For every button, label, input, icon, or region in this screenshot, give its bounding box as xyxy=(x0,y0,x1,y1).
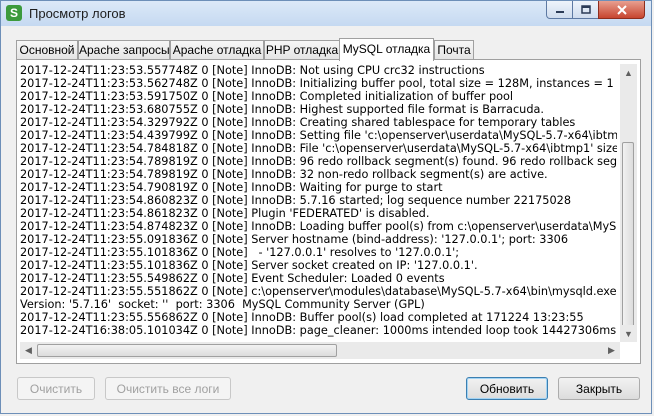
scroll-down-icon[interactable]: ▼ xyxy=(620,325,637,342)
log-line: 2017-12-24T11:23:54.784818Z 0 [Note] Inn… xyxy=(20,142,617,155)
minimize-button[interactable] xyxy=(546,1,573,19)
log-line: 2017-12-24T11:23:54.789819Z 0 [Note] Inn… xyxy=(20,168,548,181)
scroll-left-icon[interactable]: ◀ xyxy=(20,342,37,359)
tab-mail[interactable]: Почта xyxy=(434,40,474,60)
log-line: 2017-12-24T11:23:54.874823Z 0 [Note] Inn… xyxy=(20,220,617,233)
maximize-button[interactable] xyxy=(572,1,599,19)
maximize-icon xyxy=(580,5,591,14)
clear-button[interactable]: Очистить xyxy=(17,377,95,400)
tab-php-debug[interactable]: PHP отладка xyxy=(264,40,340,60)
clear-all-logs-button[interactable]: Очистить все логи xyxy=(105,377,231,400)
title-bar[interactable]: S Просмотр логов xyxy=(1,1,651,26)
log-line: 2017-12-24T11:23:53.562748Z 0 [Note] Inn… xyxy=(20,77,614,90)
log-line: 2017-12-24T11:23:55.101836Z 0 [Note] - '… xyxy=(20,246,460,259)
vertical-scrollbar[interactable]: ▲ ▼ xyxy=(620,64,637,342)
close-icon xyxy=(616,4,627,15)
log-line: 2017-12-24T11:23:54.861823Z 0 [Note] Plu… xyxy=(20,207,430,220)
log-line: 2017-12-24T11:23:55.091836Z 0 [Note] Ser… xyxy=(20,233,569,246)
log-line: 2017-12-24T11:23:54.329792Z 0 [Note] Inn… xyxy=(20,116,576,129)
log-viewer-window: S Просмотр логов Основной Apache запросы… xyxy=(0,0,652,414)
close-button[interactable]: Закрыть xyxy=(558,377,640,400)
minimize-icon xyxy=(555,10,564,13)
log-line: 2017-12-24T11:23:54.789819Z 0 [Note] Inn… xyxy=(20,155,617,168)
tab-mysql-debug[interactable]: MySQL отладка xyxy=(339,38,434,61)
log-line: 2017-12-24T11:23:55.101836Z 0 [Note] Ser… xyxy=(20,259,478,272)
log-line: 2017-12-24T11:23:53.591750Z 0 [Note] Inn… xyxy=(20,90,514,103)
log-line: 2017-12-24T16:38:05.101034Z 0 [Note] Inn… xyxy=(20,324,617,337)
log-text-area[interactable]: 2017-12-24T11:23:53.557748Z 0 [Note] Inn… xyxy=(20,64,617,342)
tab-apache-requests[interactable]: Apache запросы xyxy=(78,40,170,60)
log-line: Version: '5.7.16' socket: '' port: 3306 … xyxy=(20,298,425,311)
log-line: 2017-12-24T11:23:54.860823Z 0 [Note] Inn… xyxy=(20,194,572,207)
log-line: 2017-12-24T11:23:55.556862Z 0 [Note] Inn… xyxy=(20,311,584,324)
vertical-scroll-thumb[interactable] xyxy=(622,142,634,342)
tab-main[interactable]: Основной xyxy=(16,40,78,60)
log-line: 2017-12-24T11:23:54.790819Z 0 [Note] Inn… xyxy=(20,181,443,194)
tab-apache-debug[interactable]: Apache отладка xyxy=(170,40,264,60)
window-title: Просмотр логов xyxy=(29,6,126,21)
log-line: 2017-12-24T11:23:54.439799Z 0 [Note] Inn… xyxy=(20,129,617,142)
scroll-up-icon[interactable]: ▲ xyxy=(620,64,637,81)
log-line: 2017-12-24T11:23:55.551862Z 0 [Note] c:\… xyxy=(20,285,617,298)
close-window-button[interactable] xyxy=(598,1,645,19)
scroll-right-icon[interactable]: ▶ xyxy=(603,342,620,359)
horizontal-scrollbar[interactable]: ◀ ▶ xyxy=(20,342,620,359)
refresh-button[interactable]: Обновить xyxy=(466,377,548,400)
log-line: 2017-12-24T11:23:53.557748Z 0 [Note] Inn… xyxy=(20,64,485,77)
log-line: 2017-12-24T11:23:55.549862Z 0 [Note] Eve… xyxy=(20,272,445,285)
log-line: 2017-12-24T11:23:53.680755Z 0 [Note] Inn… xyxy=(20,103,545,116)
horizontal-scroll-thumb[interactable] xyxy=(37,344,337,357)
app-icon: S xyxy=(6,5,22,21)
